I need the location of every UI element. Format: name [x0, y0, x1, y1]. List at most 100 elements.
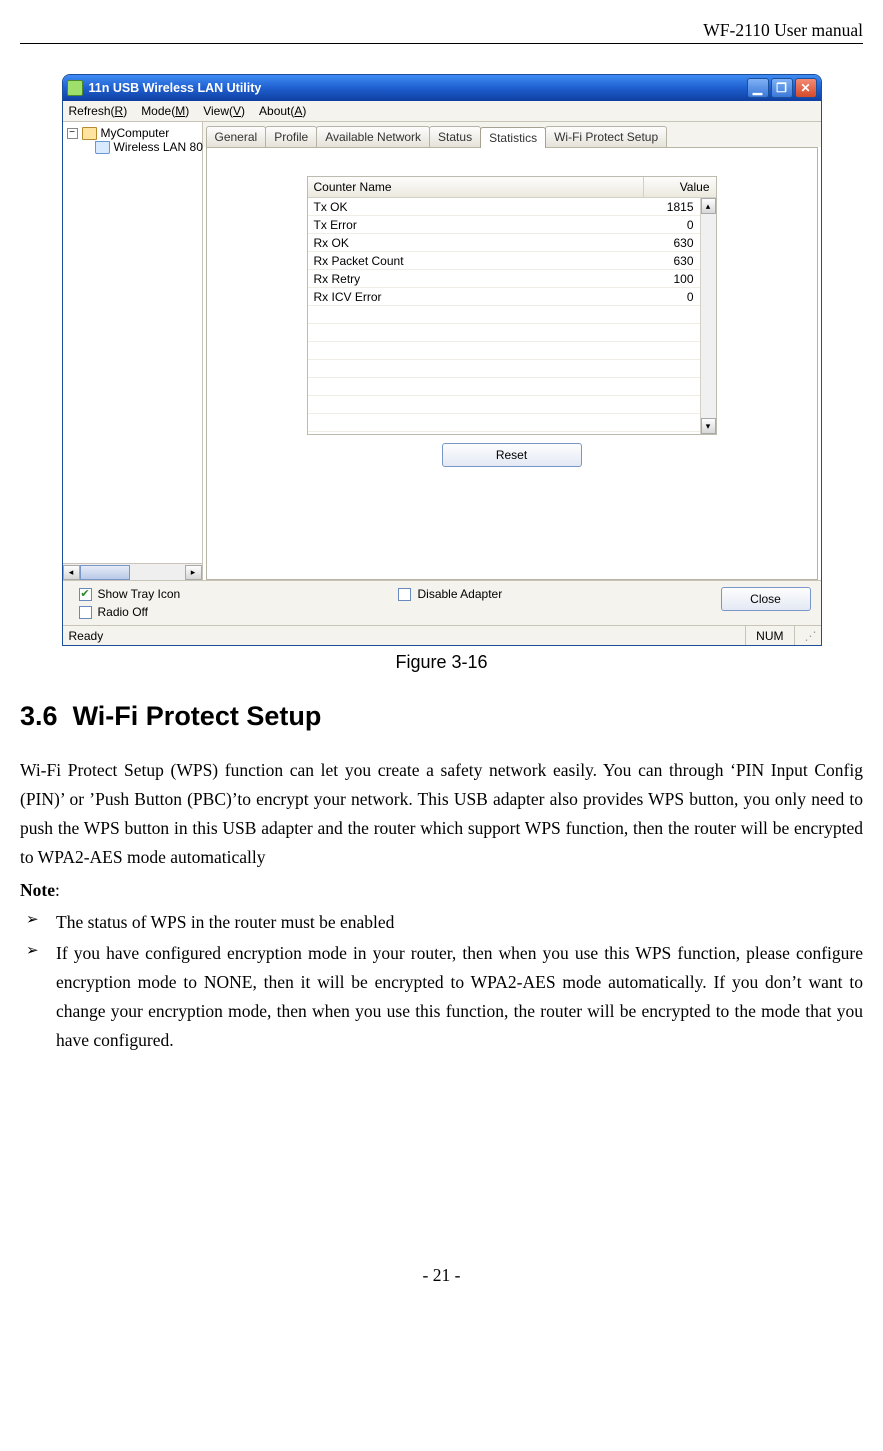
adapter-icon — [95, 141, 110, 154]
radio-off-option[interactable]: Radio Off — [79, 605, 181, 619]
menu-bar: Refresh(R) Mode(M) View(V) About(A) — [63, 101, 821, 122]
reset-button[interactable]: Reset — [442, 443, 582, 467]
bottom-options-bar: ✔ Show Tray Icon Radio Off Disable Adapt… — [63, 580, 821, 625]
menu-mode[interactable]: Mode(M) — [141, 104, 189, 118]
reset-row: Reset — [442, 443, 582, 467]
stat-value: 630 — [628, 254, 700, 268]
table-row[interactable]: Rx OK630 — [308, 234, 700, 252]
section-title: Wi-Fi Protect Setup — [73, 701, 322, 731]
maximize-button[interactable]: ❐ — [771, 78, 793, 98]
tree-root-row[interactable]: − MyComputer — [67, 126, 198, 140]
computer-icon — [82, 127, 97, 140]
minimize-button[interactable]: ▁ — [747, 78, 769, 98]
device-tree[interactable]: − MyComputer Wireless LAN 80 — [63, 122, 202, 563]
table-row[interactable]: Rx Packet Count630 — [308, 252, 700, 270]
resize-grip-icon[interactable]: ⋰ — [794, 626, 815, 645]
screenshot-container: 11n USB Wireless LAN Utility ▁ ❐ ✕ Refre… — [20, 74, 863, 646]
left-checkboxes: ✔ Show Tray Icon Radio Off — [79, 587, 181, 619]
stat-value: 1815 — [628, 200, 700, 214]
menu-view[interactable]: View(V) — [203, 104, 245, 118]
tabs-pane: General Profile Available Network Status… — [203, 122, 821, 580]
statistics-table: Counter Name Value Tx OK1815 Tx Error0 R… — [307, 176, 717, 435]
tree-child-row[interactable]: Wireless LAN 80 — [95, 140, 198, 154]
stats-header-name[interactable]: Counter Name — [308, 177, 644, 197]
body-paragraph: Wi-Fi Protect Setup (WPS) function can l… — [20, 756, 863, 872]
table-row[interactable]: Tx OK1815 — [308, 198, 700, 216]
window-close-button[interactable]: ✕ — [795, 78, 817, 98]
app-window: 11n USB Wireless LAN Utility ▁ ❐ ✕ Refre… — [62, 74, 822, 646]
status-bar: Ready NUM ⋰ — [63, 625, 821, 645]
stats-body: Tx OK1815 Tx Error0 Rx OK630 Rx Packet C… — [308, 198, 716, 434]
show-tray-icon-option[interactable]: ✔ Show Tray Icon — [79, 587, 181, 601]
page-number: - 21 - — [20, 1265, 863, 1286]
stat-name: Tx Error — [308, 218, 628, 232]
stats-header-value[interactable]: Value — [644, 177, 716, 197]
checkbox-unchecked-icon[interactable] — [398, 588, 411, 601]
radio-off-label: Radio Off — [98, 605, 148, 619]
main-area: − MyComputer Wireless LAN 80 ◂ ▸ — [63, 122, 821, 580]
tab-content-statistics: Counter Name Value Tx OK1815 Tx Error0 R… — [206, 147, 818, 580]
menu-about[interactable]: About(A) — [259, 104, 306, 118]
stat-name: Rx Packet Count — [308, 254, 628, 268]
disable-adapter-label: Disable Adapter — [417, 587, 502, 601]
menu-refresh[interactable]: Refresh(R) — [69, 104, 128, 118]
stats-vertical-scrollbar[interactable]: ▴ ▾ — [700, 198, 716, 434]
stat-value: 100 — [628, 272, 700, 286]
table-row — [308, 378, 700, 396]
window-controls: ▁ ❐ ✕ — [747, 78, 817, 98]
list-item: The status of WPS in the router must be … — [20, 908, 863, 937]
stat-name: Rx OK — [308, 236, 628, 250]
close-button[interactable]: Close — [721, 587, 811, 611]
device-tree-pane: − MyComputer Wireless LAN 80 ◂ ▸ — [63, 122, 203, 580]
center-checkboxes: Disable Adapter — [180, 587, 720, 601]
section-number: 3.6 — [20, 701, 58, 731]
tree-root-label: MyComputer — [101, 126, 170, 140]
close-button-wrap: Close — [721, 587, 811, 611]
tree-horizontal-scrollbar[interactable]: ◂ ▸ — [63, 563, 202, 580]
table-row — [308, 396, 700, 414]
tab-wifi-protect-setup[interactable]: Wi-Fi Protect Setup — [545, 126, 667, 147]
stat-name: Rx ICV Error — [308, 290, 628, 304]
table-row — [308, 342, 700, 360]
table-row[interactable]: Tx Error0 — [308, 216, 700, 234]
tab-statistics[interactable]: Statistics — [480, 127, 546, 148]
scroll-down-button[interactable]: ▾ — [701, 418, 716, 434]
tab-general[interactable]: General — [206, 126, 267, 147]
scroll-right-button[interactable]: ▸ — [185, 565, 202, 580]
table-row[interactable]: Rx ICV Error0 — [308, 288, 700, 306]
stat-name: Rx Retry — [308, 272, 628, 286]
stat-value: 630 — [628, 236, 700, 250]
tab-strip: General Profile Available Network Status… — [203, 122, 821, 147]
tree-child-label: Wireless LAN 80 — [114, 140, 203, 154]
table-row[interactable]: Rx Retry100 — [308, 270, 700, 288]
notes-list: The status of WPS in the router must be … — [20, 908, 863, 1054]
section-heading: 3.6 Wi-Fi Protect Setup — [20, 701, 863, 732]
figure-caption: Figure 3-16 — [20, 652, 863, 673]
note-label: Note — [20, 880, 55, 900]
stat-value: 0 — [628, 218, 700, 232]
show-tray-icon-label: Show Tray Icon — [98, 587, 181, 601]
stat-value: 0 — [628, 290, 700, 304]
scroll-up-button[interactable]: ▴ — [701, 198, 716, 214]
checkbox-checked-icon[interactable]: ✔ — [79, 588, 92, 601]
checkbox-unchecked-icon[interactable] — [79, 606, 92, 619]
tab-status[interactable]: Status — [429, 126, 481, 147]
app-icon — [67, 80, 83, 96]
scroll-thumb[interactable] — [80, 565, 130, 580]
scroll-left-button[interactable]: ◂ — [63, 565, 80, 580]
list-item: If you have configured encryption mode i… — [20, 939, 863, 1055]
status-ready: Ready — [69, 629, 104, 643]
table-row — [308, 414, 700, 432]
window-titlebar[interactable]: 11n USB Wireless LAN Utility ▁ ❐ ✕ — [63, 75, 821, 101]
table-row — [308, 360, 700, 378]
status-num: NUM — [745, 626, 793, 645]
stats-header-row: Counter Name Value — [308, 177, 716, 198]
tree-collapse-icon[interactable]: − — [67, 128, 78, 139]
stat-name: Tx OK — [308, 200, 628, 214]
window-title: 11n USB Wireless LAN Utility — [89, 81, 747, 95]
tab-profile[interactable]: Profile — [265, 126, 317, 147]
page-header: WF-2110 User manual — [20, 20, 863, 44]
tab-available-network[interactable]: Available Network — [316, 126, 430, 147]
disable-adapter-option[interactable]: Disable Adapter — [398, 587, 502, 601]
table-row — [308, 306, 700, 324]
